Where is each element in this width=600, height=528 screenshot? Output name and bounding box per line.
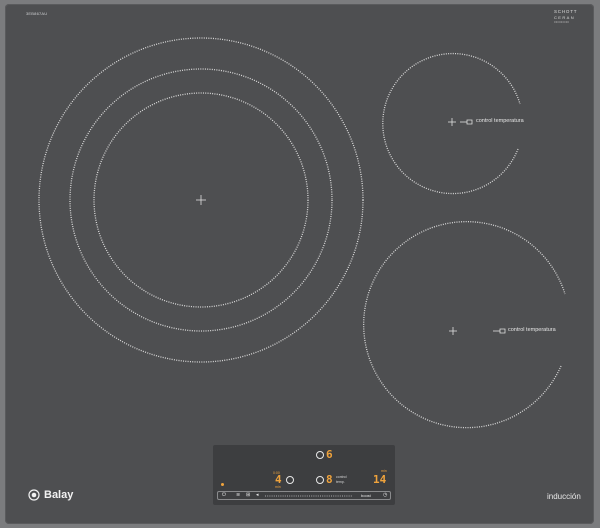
middle-tiny-control: control [336, 475, 347, 479]
power-button-icon[interactable]: ⏻ [222, 493, 226, 498]
zone-medium-temp-probe-icon [493, 328, 506, 334]
middle-zone-display: 8 [326, 473, 333, 486]
zone-select-knob-middle[interactable] [316, 476, 324, 484]
zone-select-knob-top[interactable] [316, 451, 324, 459]
balay-logo-icon [28, 489, 40, 501]
left-zone-display: 4 [275, 473, 282, 486]
boost-sensor-label[interactable]: boost [361, 493, 371, 498]
boost-icon[interactable]: ≋ [236, 493, 240, 498]
middle-tiny-temp: temp. [336, 480, 345, 484]
left-timer-tiny-bottom: min [275, 485, 281, 489]
zone-select-knob-left[interactable] [286, 476, 294, 484]
zone-medium-ring[interactable] [363, 221, 566, 429]
slider-left-arrow-icon[interactable]: ◂ [256, 493, 259, 498]
top-zone-display: 6 [326, 448, 333, 461]
zone-small-temp-label: control temperatura [476, 118, 524, 124]
slider-scale [265, 495, 353, 497]
brand-name: Balay [44, 489, 74, 501]
timer-icon[interactable]: ◷ [383, 493, 387, 498]
zone-small-temp-probe-icon [460, 119, 473, 125]
control-panel: 6 0:00 4 min 8 control temp. min 14 ⏻ ≋ … [213, 445, 395, 505]
indicator-led [221, 483, 224, 486]
induction-hob: 3EB867AU SCHOTT CERAN 000000000 control … [5, 4, 594, 524]
induction-label: inducción [547, 492, 581, 501]
brand-logo: Balay [28, 489, 73, 501]
zone-small-center-cross-icon [448, 118, 456, 126]
right-timer-display: 14 [373, 473, 387, 486]
zone-medium-temp-label: control temperatura [508, 327, 556, 333]
zone-medium-center-cross-icon [449, 327, 457, 335]
lock-icon[interactable]: ⊞ [246, 493, 250, 498]
zone-large-center-cross-icon [196, 195, 206, 205]
